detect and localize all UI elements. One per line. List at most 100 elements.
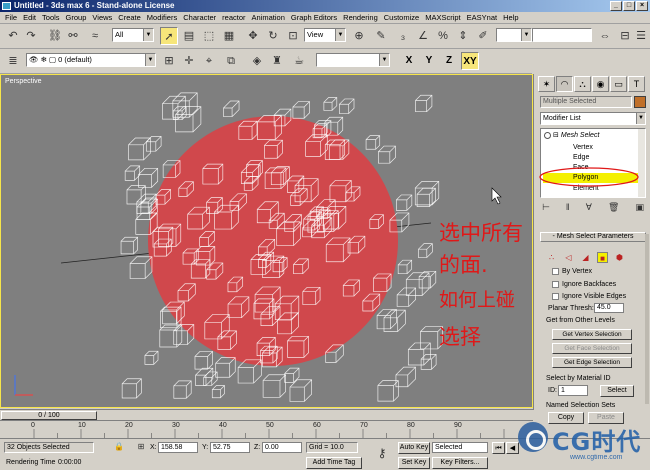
modify-tab-icon[interactable]: ◠: [556, 76, 573, 92]
minus-icon[interactable]: ⊟: [553, 131, 559, 141]
add-time-tag-button[interactable]: Add Time Tag: [306, 457, 362, 469]
set-key-button[interactable]: Set Key: [398, 457, 430, 469]
lightbulb-icon[interactable]: [544, 131, 551, 139]
ignore-visible-edges-checkbox[interactable]: Ignore Visible Edges: [552, 292, 626, 302]
menu-character[interactable]: Character: [180, 12, 219, 24]
show-end-result-icon[interactable]: ǁ: [566, 202, 570, 216]
get-vertex-selection-button[interactable]: Get Vertex Selection: [552, 329, 632, 340]
rectangular-selection-icon[interactable]: ⬚: [200, 27, 218, 45]
named-selection-icon[interactable]: ✐: [474, 27, 492, 45]
named-selection-field[interactable]: [532, 28, 592, 42]
time-slider-track[interactable]: 0 / 100: [0, 409, 533, 420]
key-mode-dropdown[interactable]: Selected: [432, 442, 488, 453]
spinner-snap-icon[interactable]: ⇕: [454, 27, 472, 45]
menu-maxscript[interactable]: MAXScript: [422, 12, 463, 24]
display-tab-icon[interactable]: ▭: [610, 76, 627, 92]
timeline-ruler[interactable]: 0 10 20 30 40 50 60 70 80 90: [0, 420, 533, 438]
viewport-label[interactable]: Perspective: [5, 78, 42, 85]
utilities-tab-icon[interactable]: T: [628, 76, 645, 92]
render-type-icon[interactable]: ☕: [290, 52, 308, 70]
stack-item-mesh-select[interactable]: ⊟ Mesh Select: [544, 131, 599, 141]
selection-filter-dropdown[interactable]: All ▼: [112, 28, 154, 42]
bind-space-warp-icon[interactable]: ≈: [86, 27, 104, 45]
menu-views[interactable]: Views: [89, 12, 115, 24]
vertex-level-icon[interactable]: ∴: [546, 252, 557, 263]
undo-icon[interactable]: ↶: [4, 27, 22, 45]
select-scale-icon[interactable]: ⊡: [284, 27, 302, 45]
menu-rendering[interactable]: Rendering: [340, 12, 381, 24]
rollout-header[interactable]: - Mesh Select Parameters: [540, 232, 646, 242]
percent-snap-icon[interactable]: %: [434, 27, 452, 45]
object-color-swatch[interactable]: [634, 96, 646, 108]
layer-dropdown[interactable]: 👁 ❄ ▢ 0 (default) ▼: [26, 53, 156, 67]
pin-stack-icon[interactable]: ⊢: [542, 202, 550, 216]
layer-manager-icon[interactable]: ☰: [632, 27, 650, 45]
set-current-layer-icon[interactable]: ⧉: [222, 52, 240, 70]
render-type-dropdown[interactable]: ▼: [316, 53, 390, 67]
menu-graph-editors[interactable]: Graph Editors: [288, 12, 340, 24]
make-unique-icon[interactable]: ∀: [586, 202, 592, 216]
snap-toggle-icon[interactable]: ₃: [394, 27, 412, 45]
maximize-button[interactable]: □: [623, 1, 635, 11]
configure-modifier-sets-icon[interactable]: ▣: [635, 202, 644, 216]
by-vertex-checkbox[interactable]: By Vertex: [552, 267, 592, 277]
axis-xy-button[interactable]: XY: [461, 52, 479, 70]
quick-render-icon[interactable]: ♜: [268, 52, 286, 70]
menu-group[interactable]: Group: [63, 12, 90, 24]
get-face-selection-button[interactable]: Get Face Selection: [552, 343, 632, 354]
stack-item-vertex[interactable]: Vertex: [573, 143, 593, 153]
pivot-center-icon[interactable]: ⊕: [350, 27, 368, 45]
select-rotate-icon[interactable]: ↻: [264, 27, 282, 45]
select-link-icon[interactable]: ⛓: [46, 27, 64, 45]
menu-easynat[interactable]: EASYnat: [464, 12, 500, 24]
window-crossing-icon[interactable]: ▦: [220, 27, 238, 45]
add-to-layer-icon[interactable]: ✛: [180, 52, 198, 70]
redo-icon[interactable]: ↷: [22, 27, 40, 45]
layers-icon[interactable]: ≣: [4, 52, 22, 70]
perspective-viewport[interactable]: Perspective 选中所有 的面. 如何上碰 选择: [0, 74, 533, 408]
menu-edit[interactable]: Edit: [20, 12, 39, 24]
command-panel-scrollbar[interactable]: [645, 234, 649, 404]
x-coordinate-field[interactable]: 158.58: [158, 442, 198, 453]
hierarchy-tab-icon[interactable]: ⛬: [574, 76, 591, 92]
polygon-level-icon[interactable]: ■: [597, 251, 608, 263]
auto-key-button[interactable]: Auto Key: [398, 442, 430, 454]
render-scene-icon[interactable]: ◈: [248, 52, 266, 70]
axis-y-button[interactable]: Y: [420, 52, 438, 70]
y-coordinate-field[interactable]: 52.75: [210, 442, 250, 453]
select-manipulate-icon[interactable]: ✎: [372, 27, 390, 45]
stack-item-edge[interactable]: Edge: [573, 153, 589, 163]
menu-create[interactable]: Create: [115, 12, 144, 24]
axis-x-button[interactable]: X: [400, 52, 418, 70]
element-level-icon[interactable]: ⬢: [614, 252, 625, 263]
remove-modifier-icon[interactable]: 🗑: [608, 202, 619, 216]
unlink-icon[interactable]: ⚯: [64, 27, 82, 45]
menu-help[interactable]: Help: [500, 12, 521, 24]
motion-tab-icon[interactable]: ◉: [592, 76, 609, 92]
key-filters-button[interactable]: Key Filters...: [432, 457, 488, 469]
named-selection-sets-dropdown[interactable]: ▼: [496, 28, 532, 42]
ignore-backfaces-checkbox[interactable]: Ignore Backfaces: [552, 280, 616, 290]
menu-customize[interactable]: Customize: [381, 12, 422, 24]
z-coordinate-field[interactable]: 0.00: [262, 442, 302, 453]
menu-modifiers[interactable]: Modifiers: [144, 12, 180, 24]
minimize-button[interactable]: _: [610, 1, 622, 11]
axis-z-button[interactable]: Z: [440, 52, 458, 70]
absolute-mode-icon[interactable]: ⊞: [134, 440, 148, 454]
planar-thresh-spinner[interactable]: 45.0: [594, 303, 624, 313]
menu-animation[interactable]: Animation: [249, 12, 288, 24]
face-level-icon[interactable]: ◢: [580, 252, 591, 263]
time-slider-thumb[interactable]: 0 / 100: [1, 411, 97, 420]
select-button[interactable]: Select: [600, 385, 634, 397]
select-by-name-icon[interactable]: ▤: [180, 27, 198, 45]
create-tab-icon[interactable]: ✶: [538, 76, 555, 92]
select-move-icon[interactable]: ✥: [244, 27, 262, 45]
mirror-icon[interactable]: ⇔: [596, 27, 614, 45]
angle-snap-icon[interactable]: ∠: [414, 27, 432, 45]
object-name-field[interactable]: Multiple Selected: [540, 96, 632, 108]
go-to-start-icon[interactable]: ⏮: [492, 442, 505, 454]
reference-coordinate-dropdown[interactable]: View ▼: [304, 28, 346, 42]
select-layer-icon[interactable]: ⌖: [200, 52, 218, 70]
material-id-spinner[interactable]: 1: [558, 385, 588, 396]
get-edge-selection-button[interactable]: Get Edge Selection: [552, 357, 632, 368]
